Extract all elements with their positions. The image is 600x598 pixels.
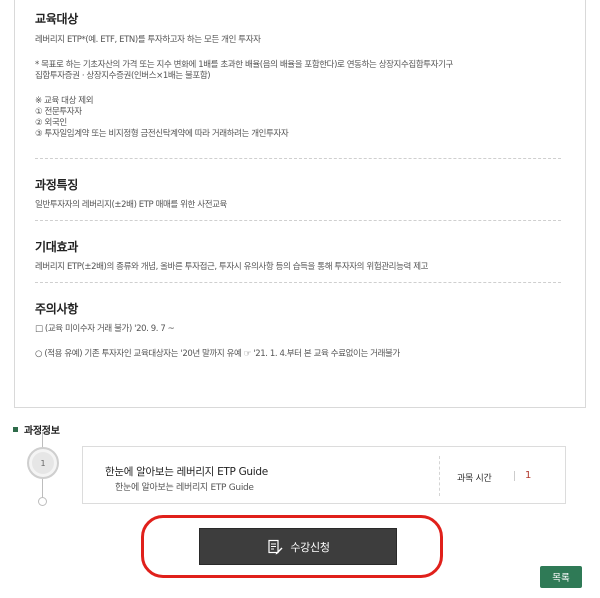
target-note-line: 집합투자증권 · 상장지수증권(인버스×1배는 불포함) — [35, 71, 211, 81]
card-divider — [439, 456, 440, 496]
section-title: 기대효과 — [35, 240, 78, 254]
target-note-line: * 목표로 하는 기초자산의 가격 또는 지수 변화에 1배를 초과한 배율(음… — [35, 60, 453, 70]
exclusion-item: ③ 투자일임계약 또는 비지정형 금전신탁계약에 따라 거래하려는 개인투자자 — [35, 129, 289, 139]
notice-line: □ (교육 미이수자 거래 불가) '20. 9. 7 ~ — [35, 324, 175, 334]
duration-label: 과목 시간 — [457, 474, 492, 484]
exclusion-title: ※ 교육 대상 제외 — [35, 96, 94, 106]
section-divider — [35, 158, 561, 159]
enroll-button[interactable]: 수강신청 — [199, 528, 397, 565]
section-target: 교육대상 레버리지 ETP*(예. ETF, ETN)를 투자하고자 하는 모든… — [35, 10, 561, 140]
section-divider — [35, 220, 561, 221]
section-notice: 주의사항 □ (교육 미이수자 거래 불가) '20. 9. 7 ~ ○ (적용… — [35, 300, 561, 360]
duration-separator — [514, 471, 515, 481]
features-description: 일반투자자의 레버리지(±2배) ETP 매매를 위한 사전교육 — [35, 200, 227, 210]
section-title: 과정특징 — [35, 178, 78, 192]
section-effects: 기대효과 레버리지 ETP(±2배)의 종류와 개념, 올바른 투자접근, 투자… — [35, 238, 561, 273]
course-subtitle: 한눈에 알아보는 레버리지 ETP Guide — [115, 483, 254, 493]
exclusion-item: ② 외국인 — [35, 118, 67, 128]
course-info-header: 과정정보 — [13, 422, 60, 437]
step-number: 1 — [40, 458, 46, 468]
timeline-end-dot — [38, 497, 47, 506]
notice-line: ○ (적용 유예) 기존 투자자인 교육대상자는 '20년 말까지 유예 ☞ '… — [35, 349, 400, 359]
square-bullet-icon — [13, 427, 18, 432]
section-features: 과정특징 일반투자자의 레버리지(±2배) ETP 매매를 위한 사전교육 — [35, 176, 561, 211]
duration-value: 1 — [525, 470, 532, 481]
course-card[interactable]: 한눈에 알아보는 레버리지 ETP Guide 한눈에 알아보는 레버리지 ET… — [82, 446, 566, 504]
list-button[interactable]: 목록 — [540, 566, 582, 588]
target-description: 레버리지 ETP*(예. ETF, ETN)를 투자하고자 하는 모든 개인 투… — [35, 35, 261, 45]
document-edit-icon — [266, 538, 284, 556]
step-badge: 1 — [27, 447, 59, 479]
section-title: 교육대상 — [35, 12, 78, 26]
section-title: 주의사항 — [35, 302, 78, 316]
course-description-box: 교육대상 레버리지 ETP*(예. ETF, ETN)를 투자하고자 하는 모든… — [14, 0, 586, 408]
effects-description: 레버리지 ETP(±2배)의 종류와 개념, 올바른 투자접근, 투자시 유의사… — [35, 262, 429, 272]
exclusion-item: ① 전문투자자 — [35, 107, 82, 117]
course-title[interactable]: 한눈에 알아보는 레버리지 ETP Guide — [105, 464, 268, 479]
section-divider — [35, 282, 561, 283]
enroll-label: 수강신청 — [290, 540, 330, 554]
